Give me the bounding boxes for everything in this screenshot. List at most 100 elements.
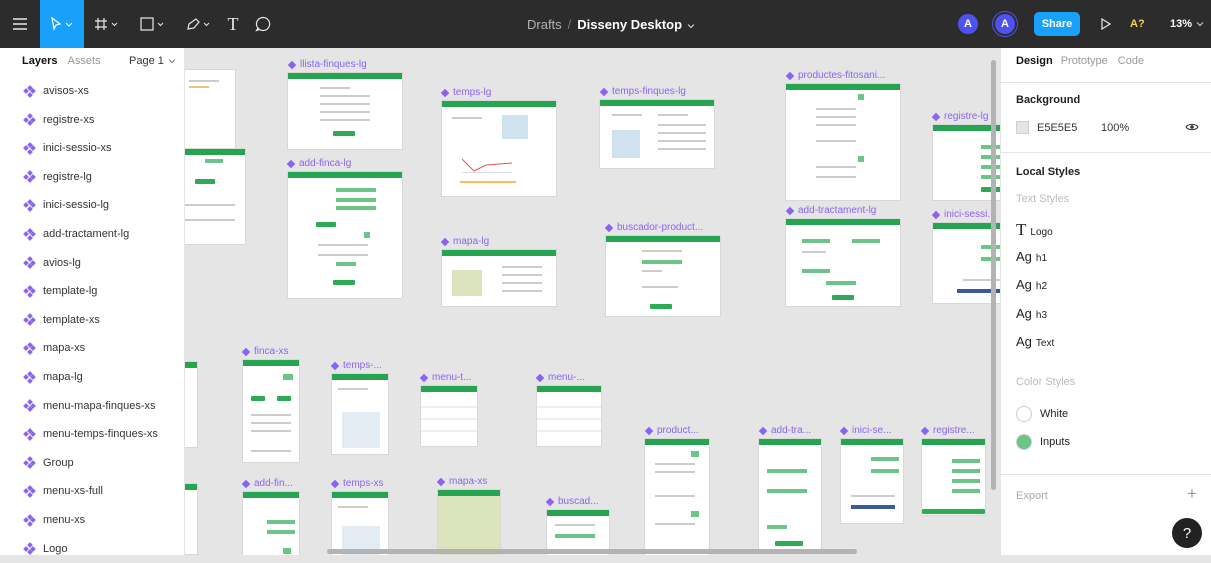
frame-label[interactable]: temps-... — [330, 360, 382, 371]
page-selector[interactable]: Page 1 — [129, 48, 176, 74]
layer-item[interactable]: menu-xs — [0, 506, 185, 534]
frame-registre[interactable] — [922, 439, 985, 515]
background-hex-input[interactable]: E5E5E5 — [1037, 122, 1077, 134]
layer-item[interactable]: menu-mapa-finques-xs — [0, 392, 185, 420]
add-export-button[interactable]: + — [1187, 484, 1197, 504]
frame-partial[interactable] — [185, 362, 197, 447]
text-style-item[interactable]: Ag h3 — [1016, 306, 1047, 321]
frame-label[interactable]: finca-xs — [241, 346, 288, 357]
frame-label[interactable]: inici-sessi... — [931, 209, 996, 220]
frame-productes[interactable] — [645, 439, 709, 555]
frame-finca-xs[interactable] — [243, 360, 299, 462]
frame-registre-lg[interactable] — [933, 125, 1000, 200]
frame-label[interactable]: add-fin... — [241, 478, 293, 489]
tab-design[interactable]: Design — [1016, 55, 1053, 67]
frame-label[interactable]: temps-xs — [330, 478, 384, 489]
frame-temps-xs-a[interactable] — [332, 374, 388, 454]
frame-tool-button[interactable] — [88, 0, 126, 48]
frame-temps-xs[interactable] — [332, 492, 388, 555]
horizontal-scrollbar[interactable] — [327, 549, 857, 554]
frame-partial[interactable] — [185, 484, 197, 554]
layer-item[interactable]: template-xs — [0, 306, 185, 334]
frame-label[interactable]: menu-... — [535, 372, 585, 383]
frame-label[interactable]: mapa-lg — [440, 236, 489, 247]
layer-item[interactable]: menu-temps-finques-xs — [0, 420, 185, 448]
tab-prototype[interactable]: Prototype — [1061, 55, 1108, 67]
text-style-item[interactable]: T Logo — [1016, 220, 1053, 240]
frame-add-tractament-lg[interactable] — [786, 219, 900, 306]
text-style-item[interactable]: Ag Text — [1016, 334, 1054, 349]
vertical-scrollbar[interactable] — [991, 60, 996, 490]
frame-label[interactable]: registre-lg — [931, 111, 988, 122]
frame-menu[interactable] — [537, 386, 601, 446]
color-style-item[interactable]: White — [1016, 406, 1068, 422]
frame-llista-finques-lg[interactable] — [288, 73, 402, 149]
file-name[interactable]: Disseny Desktop — [577, 17, 682, 32]
layer-item[interactable]: avisos-xs — [0, 77, 185, 105]
frame-label[interactable]: inici-se... — [839, 425, 891, 436]
eye-icon[interactable] — [1185, 122, 1199, 135]
frame-productes-fitosanitaris[interactable] — [786, 84, 900, 200]
text-style-item[interactable]: Ag h2 — [1016, 277, 1047, 292]
frame-label[interactable]: temps-finques-lg — [599, 86, 686, 97]
frame-partial[interactable] — [185, 70, 235, 153]
layer-item[interactable]: inici-sessio-lg — [0, 191, 185, 219]
layer-item[interactable]: registre-xs — [0, 106, 185, 134]
frame-add-finca-lg[interactable] — [288, 172, 402, 298]
frame-inici-sessio[interactable] — [933, 223, 1000, 303]
breadcrumb[interactable]: Drafts / Disseny Desktop — [527, 0, 695, 48]
avatar[interactable]: A — [958, 14, 978, 34]
frame-label[interactable]: registre... — [920, 425, 975, 436]
tab-layers[interactable]: Layers — [22, 55, 57, 67]
layer-item[interactable]: mapa-xs — [0, 334, 185, 362]
current-user-avatar[interactable]: A — [995, 14, 1015, 34]
frame-label[interactable]: productes-fitosani... — [785, 70, 885, 81]
move-tool-button[interactable] — [40, 0, 84, 48]
frame-mapa-lg[interactable] — [442, 250, 556, 306]
frame-label[interactable]: menu-t... — [419, 372, 471, 383]
frame-partial[interactable] — [185, 149, 245, 244]
shape-tool-button[interactable] — [134, 0, 172, 48]
frame-label[interactable]: buscador-product... — [604, 222, 703, 233]
tab-code[interactable]: Code — [1118, 55, 1144, 67]
tab-assets[interactable]: Assets — [67, 55, 100, 67]
layer-item[interactable]: avios-lg — [0, 249, 185, 277]
frame-add-finca[interactable] — [243, 492, 299, 555]
help-button[interactable]: ? — [1172, 518, 1202, 548]
layer-item[interactable]: Logo — [0, 535, 185, 563]
layer-item[interactable]: template-lg — [0, 277, 185, 305]
layer-item[interactable]: add-tractament-lg — [0, 220, 185, 248]
frame-label[interactable]: add-finca-lg — [286, 158, 351, 169]
zoom-menu[interactable]: 13% — [1170, 0, 1204, 48]
frame-menu-temps[interactable] — [421, 386, 477, 446]
color-style-item[interactable]: Inputs — [1016, 434, 1070, 450]
share-button[interactable]: Share — [1034, 12, 1080, 36]
layer-item[interactable]: Group — [0, 449, 185, 477]
text-style-item[interactable]: Ag h1 — [1016, 249, 1047, 264]
frame-label[interactable]: llista-finques-lg — [287, 59, 367, 70]
frame-label[interactable]: product... — [644, 425, 699, 436]
pen-tool-button[interactable] — [180, 0, 218, 48]
layer-item[interactable]: mapa-lg — [0, 363, 185, 391]
frame-temps-lg[interactable] — [442, 101, 556, 196]
background-color-swatch[interactable] — [1016, 121, 1029, 134]
layer-item[interactable]: inici-sessio-xs — [0, 134, 185, 162]
frame-add-tractament[interactable] — [759, 439, 821, 551]
frame-mapa-xs[interactable] — [438, 490, 500, 555]
frame-buscador-productes[interactable] — [606, 236, 720, 316]
play-icon[interactable] — [1096, 0, 1116, 48]
frame-inici-sessio-xs[interactable] — [841, 439, 903, 523]
comment-tool-button[interactable] — [252, 0, 274, 48]
main-menu-icon[interactable] — [8, 0, 32, 48]
frame-temps-finques-lg[interactable] — [600, 100, 714, 168]
chevron-down-icon[interactable] — [687, 17, 695, 32]
text-tool-button[interactable]: T — [222, 0, 244, 48]
layer-item[interactable]: registre-lg — [0, 163, 185, 191]
frame-label[interactable]: add-tractament-lg — [785, 205, 876, 216]
breadcrumb-project[interactable]: Drafts — [527, 17, 562, 32]
frame-label[interactable]: add-tra... — [758, 425, 811, 436]
frame-label[interactable]: buscad... — [545, 496, 599, 507]
canvas[interactable]: llista-finques-lg temps-lg temps-finques… — [185, 48, 1000, 555]
frame-label[interactable]: temps-lg — [440, 87, 491, 98]
frame-label[interactable]: mapa-xs — [436, 476, 487, 487]
